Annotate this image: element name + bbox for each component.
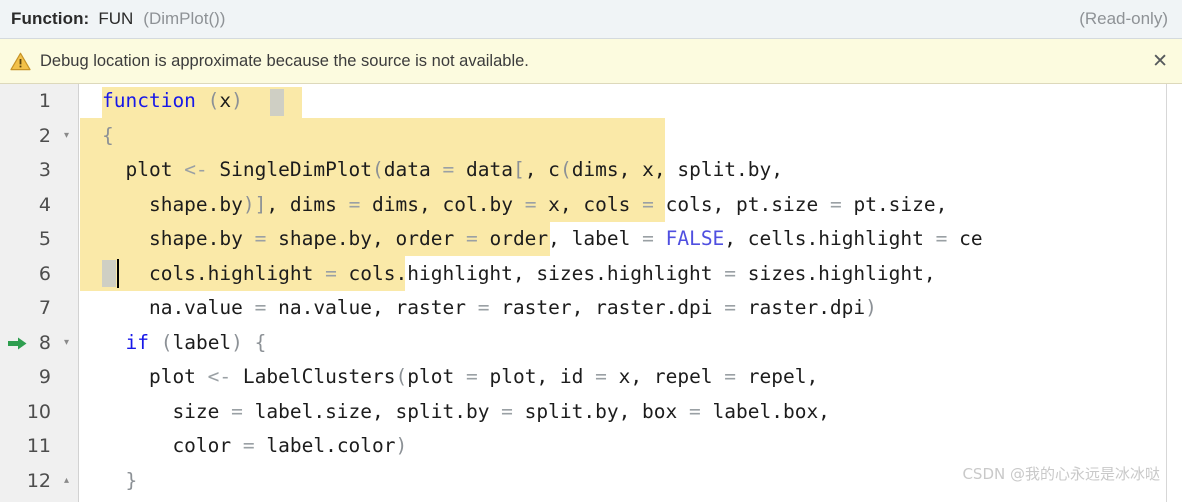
- gutter-row: 10: [0, 395, 78, 430]
- line-number: 5: [38, 228, 51, 250]
- editor-right-divider: [1166, 84, 1167, 502]
- code-line-text: size = label.size, split.by = split.by, …: [102, 399, 830, 423]
- code-line-text: shape.by = shape.by, order = order, labe…: [102, 227, 983, 250]
- gutter-row: 2 ▾: [0, 119, 78, 154]
- gutter-row: 12 ▴: [0, 464, 78, 499]
- function-signature: (DimPlot()): [143, 9, 226, 28]
- gutter-row: 4: [0, 188, 78, 223]
- line-number: 1: [38, 90, 51, 112]
- line-number: 8: [38, 331, 51, 354]
- code-editor[interactable]: 1 2 ▾ 3 4 5 6 7 8 ▾ 9 10 11 12 ▴ functio…: [0, 84, 1182, 502]
- gutter-row: 3: [0, 153, 78, 188]
- code-line-text: na.value = na.value, raster = raster, ra…: [102, 296, 877, 319]
- code-line-text: {: [102, 123, 114, 147]
- code-row[interactable]: plot <- SingleDimPlot(data = data[, c(di…: [80, 153, 1182, 188]
- gutter-row: 7: [0, 291, 78, 326]
- code-row[interactable]: if (!is.null(x = split.by)) {: [80, 498, 1182, 502]
- code-line-text: color = label.color): [102, 434, 408, 457]
- function-name: FUN: [98, 9, 134, 28]
- line-number: 4: [38, 193, 51, 216]
- function-label: Function:: [11, 9, 90, 28]
- code-line-text: if (!is.null(x = split.by)) {: [102, 498, 466, 502]
- code-row[interactable]: na.value = na.value, raster = raster, ra…: [80, 291, 1182, 326]
- text-caret: [117, 259, 119, 288]
- read-only-badge: (Read-only): [1079, 9, 1168, 28]
- code-line-text: if (label) {: [125, 330, 267, 354]
- code-row[interactable]: shape.by = shape.by, order = order, labe…: [80, 222, 1182, 257]
- code-row[interactable]: size = label.size, split.by = split.by, …: [80, 395, 1182, 430]
- gutter-row: 11: [0, 429, 78, 464]
- brace-match-highlight: [270, 89, 284, 116]
- code-line-text: shape.by)], dims = dims, col.by = x, col…: [102, 192, 948, 216]
- warning-bar: Debug location is approximate because th…: [0, 39, 1182, 84]
- close-icon[interactable]: ✕: [1151, 51, 1169, 71]
- line-number: 10: [26, 400, 51, 423]
- gutter-row: 9: [0, 360, 78, 395]
- gutter-row: 13: [0, 498, 78, 502]
- line-number: 3: [38, 159, 51, 181]
- code-line-text: plot <- SingleDimPlot(data = data[, c(di…: [102, 158, 784, 181]
- warning-triangle-icon: [10, 52, 31, 70]
- line-number: 7: [38, 297, 51, 319]
- line-number: 9: [38, 366, 51, 388]
- code-row-current[interactable]: if (label) {: [80, 326, 1182, 361]
- line-number: 12: [26, 469, 51, 492]
- execution-pointer-icon: [8, 337, 27, 349]
- line-number-gutter[interactable]: 1 2 ▾ 3 4 5 6 7 8 ▾ 9 10 11 12 ▴: [0, 84, 79, 502]
- code-line-text: }: [125, 468, 138, 492]
- code-text-area[interactable]: function (x) { plot <- SingleDimPlot(dat…: [80, 84, 1182, 502]
- line-number: 11: [26, 435, 51, 457]
- code-row[interactable]: shape.by)], dims = dims, col.by = x, col…: [80, 188, 1182, 223]
- gutter-row: 1: [0, 84, 78, 119]
- line-number: 13: [27, 498, 51, 502]
- debug-source-viewer: Function: FUN (DimPlot()) (Read-only) De…: [0, 0, 1182, 502]
- code-line-text: plot <- LabelClusters(plot = plot, id = …: [102, 365, 819, 388]
- fold-toggle-icon[interactable]: ▾: [64, 119, 69, 154]
- code-row[interactable]: color = label.color): [80, 429, 1182, 464]
- line-number: 2: [38, 124, 51, 147]
- line-number: 6: [38, 262, 51, 285]
- fold-toggle-icon[interactable]: ▴: [64, 464, 69, 499]
- watermark-text: CSDN @我的心永远是冰冰哒: [962, 465, 1160, 483]
- gutter-row-current: 8 ▾: [0, 326, 78, 361]
- fold-toggle-icon[interactable]: ▾: [64, 326, 69, 361]
- warning-message: Debug location is approximate because th…: [40, 51, 529, 70]
- code-row[interactable]: plot <- LabelClusters(plot = plot, id = …: [80, 360, 1182, 395]
- code-line-text: cols.highlight = cols.highlight, sizes.h…: [102, 261, 936, 285]
- code-line-text: function (x): [102, 89, 243, 112]
- gutter-row: 5: [0, 222, 78, 257]
- code-row[interactable]: cols.highlight = cols.highlight, sizes.h…: [80, 257, 1182, 292]
- gutter-row: 6: [0, 257, 78, 292]
- function-header-bar: Function: FUN (DimPlot()) (Read-only): [0, 0, 1182, 39]
